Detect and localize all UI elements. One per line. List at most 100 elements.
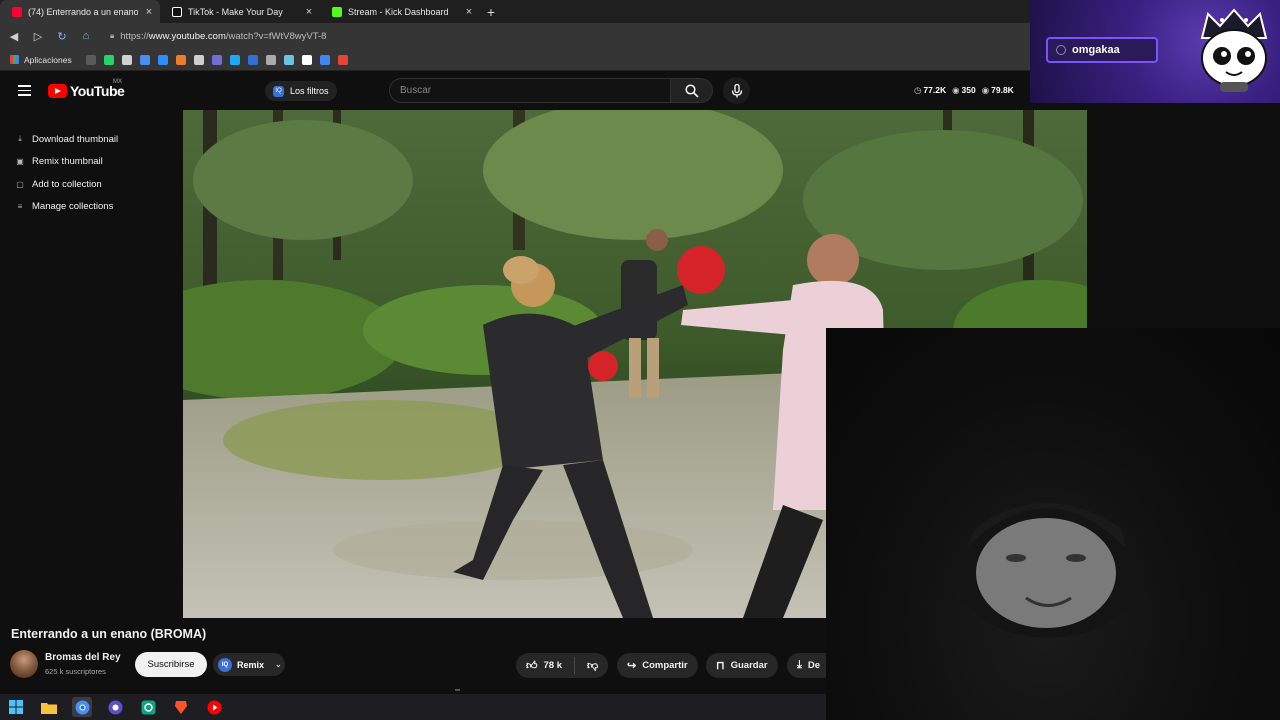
menu-label: Remix thumbnail xyxy=(32,156,103,168)
tab-tiktok[interactable]: TikTok - Make Your Day × xyxy=(160,0,320,23)
bookmark-icon[interactable] xyxy=(337,54,348,65)
save-button[interactable]: ⊓ Guardar xyxy=(706,653,778,678)
video-title: Enterrando a un enano (BROMA) xyxy=(11,627,207,641)
chevron-down-icon: ⌄ xyxy=(275,660,282,669)
bookmark-icon[interactable] xyxy=(319,54,330,65)
eye-icon: ◉ xyxy=(952,85,960,95)
bookmark-icon[interactable] xyxy=(121,54,132,65)
apps-label: Aplicaciones xyxy=(24,54,72,65)
channel-subscribers: 625 k suscriptores xyxy=(45,667,106,676)
save-label: Guardar xyxy=(730,660,768,671)
thumbs-up-icon[interactable]: 👍︎ xyxy=(526,659,538,672)
bookmark-icon[interactable] xyxy=(193,54,204,65)
remix-badge-icon: IQ xyxy=(218,657,232,672)
filters-button[interactable]: IQ Los filtros xyxy=(265,81,337,101)
subscribe-button[interactable]: Suscribirse xyxy=(135,652,207,677)
close-tab-icon[interactable]: × xyxy=(144,6,154,18)
forward-icon[interactable]: ▷ xyxy=(32,30,44,43)
like-divider xyxy=(574,657,575,674)
manage-collections-item[interactable]: ≡ Manage collections xyxy=(8,196,128,219)
home-icon[interactable]: ⌂ xyxy=(80,30,92,42)
youtube-favicon-icon xyxy=(12,6,22,17)
channel-name[interactable]: Bromas del Rey xyxy=(45,652,121,663)
remix-thumbnail-item[interactable]: ▣ Remix thumbnail xyxy=(8,151,128,174)
search-input[interactable]: Buscar xyxy=(389,78,671,103)
clock-icon: ◷ xyxy=(914,85,922,95)
new-tab-button[interactable]: + xyxy=(480,0,502,23)
tab-youtube[interactable]: (74) Enterrando a un enano × xyxy=(0,0,160,23)
search-icon xyxy=(684,83,699,98)
download-icon: ⤓ xyxy=(797,659,802,671)
file-explorer-icon[interactable] xyxy=(39,697,59,717)
stat-value: 79.8K xyxy=(991,85,1014,95)
youtube-wordmark: YouTube xyxy=(70,83,125,99)
menu-label: Add to collection xyxy=(32,178,102,190)
share-button[interactable]: ↪ Compartir xyxy=(617,653,698,678)
bookmark-icon[interactable] xyxy=(85,54,96,65)
brave-taskbar-icon[interactable] xyxy=(171,697,191,717)
bookmark-icon[interactable] xyxy=(139,54,150,65)
chrome-taskbar-icon[interactable] xyxy=(72,697,92,717)
chatgpt-taskbar-icon[interactable] xyxy=(138,697,158,717)
download-thumbnail-item[interactable]: ⤓ Download thumbnail xyxy=(8,128,128,151)
close-tab-icon[interactable]: × xyxy=(304,6,314,18)
remix-label: Remix xyxy=(237,659,265,670)
remix-button[interactable]: IQ Remix ⌄ xyxy=(213,653,285,676)
bookmark-icon[interactable] xyxy=(175,54,186,65)
tiktok-favicon-icon xyxy=(172,6,182,17)
url-host: www.youtube.com xyxy=(148,30,226,42)
like-count[interactable]: 78 k xyxy=(544,660,563,671)
kick-logo-icon xyxy=(1056,45,1066,55)
bookmark-icon[interactable] xyxy=(283,54,294,65)
bookmarks-bar: Aplicaciones xyxy=(0,49,1030,71)
bookmark-icon[interactable] xyxy=(301,54,312,65)
obs-taskbar-icon[interactable] xyxy=(105,697,125,717)
region-code: MX xyxy=(113,79,122,85)
hamburger-menu-icon[interactable] xyxy=(18,85,31,96)
stat-value: 77.2K xyxy=(923,85,947,95)
stat-item: ◉ 350 xyxy=(952,85,976,96)
menu-label: Download thumbnail xyxy=(32,133,119,145)
apps-bookmark[interactable]: Aplicaciones xyxy=(10,55,72,65)
bookmark-icon[interactable] xyxy=(157,54,168,65)
windows-start-icon[interactable] xyxy=(6,697,26,717)
bookmark-icon[interactable] xyxy=(265,54,276,65)
bookmark-icon[interactable] xyxy=(229,54,240,65)
youtube-logo[interactable]: YouTube MX xyxy=(48,79,125,99)
menu-label: Manage collections xyxy=(32,201,114,213)
close-tab-icon[interactable]: × xyxy=(464,6,474,18)
kick-favicon-icon xyxy=(332,6,342,17)
bookmark-icon[interactable] xyxy=(103,54,114,65)
bookmark-icon[interactable] xyxy=(247,54,258,65)
youtube-taskbar-icon[interactable] xyxy=(204,697,224,717)
webcam-feed xyxy=(826,328,1280,720)
apps-grid-icon xyxy=(10,55,19,64)
tab-title: (74) Enterrando a un enano xyxy=(28,6,138,17)
tab-kick[interactable]: Stream - Kick Dashboard × xyxy=(320,0,480,23)
search-button[interactable] xyxy=(671,78,713,103)
like-dislike-group: 👍︎ 78 k 👎︎ xyxy=(516,653,609,678)
filters-badge-icon: IQ xyxy=(273,85,284,97)
thumbs-down-icon[interactable]: 👎︎ xyxy=(587,659,598,672)
download-button[interactable]: ⤓ De xyxy=(787,653,826,678)
share-icon: ↪ xyxy=(627,660,637,672)
add-to-collection-item[interactable]: ▢ Add to collection xyxy=(8,173,128,196)
image-icon: ▣ xyxy=(16,157,24,167)
channel-avatar[interactable] xyxy=(10,650,38,678)
tab-title: TikTok - Make Your Day xyxy=(188,6,283,17)
youtube-play-icon xyxy=(48,84,67,98)
streamer-face-image xyxy=(953,498,1143,638)
stat-value: 350 xyxy=(961,85,976,95)
back-icon[interactable]: ◀ xyxy=(8,30,20,43)
lock-icon: 🔒︎ xyxy=(110,31,115,40)
microphone-icon xyxy=(731,83,742,97)
bookmark-icon[interactable] xyxy=(211,54,222,65)
reload-icon[interactable]: ↻ xyxy=(56,30,68,43)
url-field[interactable]: 🔒︎ https://www.youtube.com/watch?v=fWtV8… xyxy=(110,31,326,42)
voice-search-button[interactable] xyxy=(723,77,750,104)
screen: (74) Enterrando a un enano × TikTok - Ma… xyxy=(0,0,1280,720)
windows-logo-icon xyxy=(9,700,23,714)
list-icon: ≡ xyxy=(17,202,23,212)
url-path: /watch?v=fWtV8wyVT-8 xyxy=(225,30,327,42)
address-bar-row: ◀ ▷ ↻ ⌂ 🔒︎ https://www.youtube.com/watch… xyxy=(0,23,1030,49)
